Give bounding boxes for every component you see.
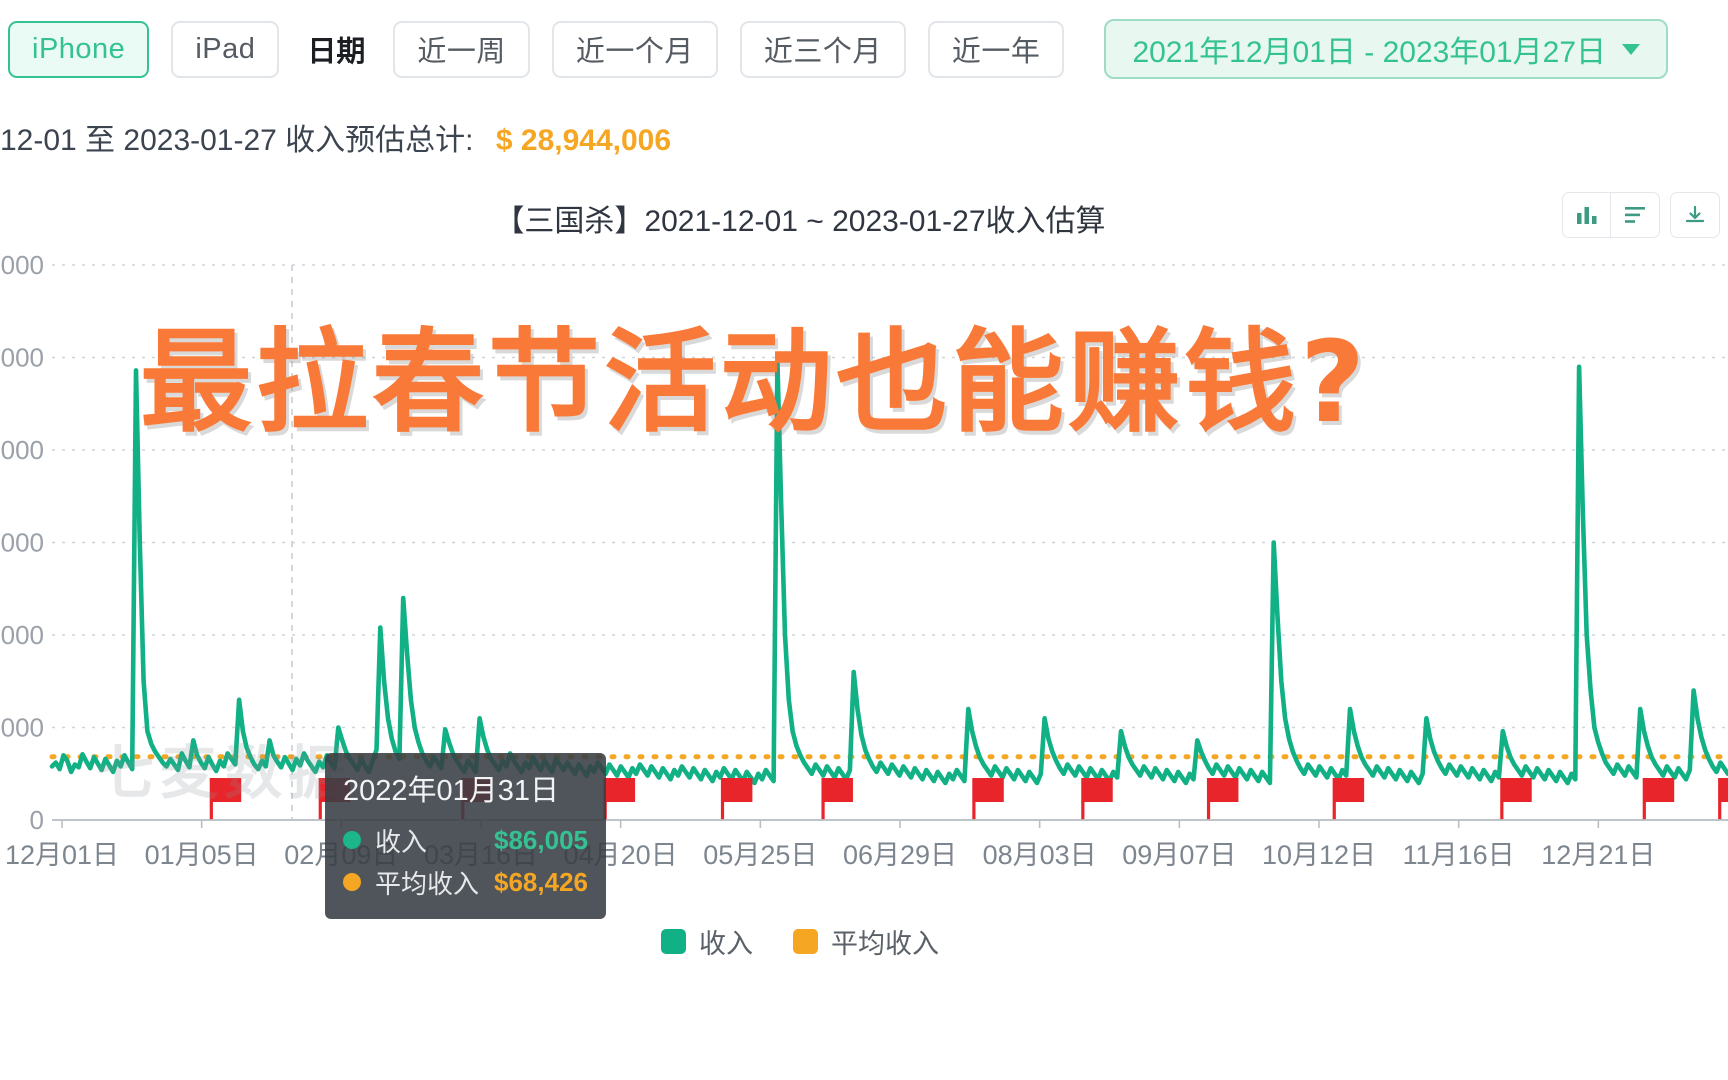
chart-toolbar (1562, 192, 1720, 238)
range-filter-year[interactable]: 近一年 (927, 20, 1065, 78)
tooltip-row-revenue: 收入 $86,005 (343, 819, 588, 861)
red-flag-marker[interactable] (1500, 778, 1532, 820)
range-filter-three-months[interactable]: 近三个月 (739, 20, 906, 78)
x-axis-tick: 09月07日 (1122, 840, 1237, 870)
platform-filter-ipad[interactable]: iPad (171, 20, 280, 78)
x-axis-tick: 08月03日 (982, 840, 1097, 870)
range-filter-month[interactable]: 近一个月 (551, 20, 718, 78)
list-view-icon[interactable] (1611, 193, 1659, 237)
red-flag-marker[interactable] (972, 778, 1004, 820)
tooltip-revenue-dot (343, 831, 361, 849)
x-axis-tick: 10月12日 (1261, 840, 1377, 870)
x-axis-tick: 11月16日 (1402, 840, 1515, 870)
x-axis-tick: 12月21日 (1541, 840, 1656, 870)
date-section-label: 日期 (307, 36, 366, 68)
platform-filter-iphone-label: iPhone (32, 32, 126, 65)
legend-revenue-label: 收入 (699, 929, 753, 959)
chart-extra-tools-group (1670, 192, 1720, 238)
chart-title: 【三国杀】2021-12-01 ~ 2023-01-27收入估算 (494, 205, 1106, 238)
chart-view-toggle-group (1562, 192, 1660, 238)
chart-legend: 收入 平均收入 (0, 922, 1600, 961)
legend-average-label: 平均收入 (831, 929, 939, 959)
red-flag-marker[interactable] (1206, 778, 1239, 820)
svg-text:00000: 00000 (0, 620, 44, 650)
red-flag-marker[interactable] (1718, 778, 1728, 820)
chart-tooltip: 2022年01月31日 收入 $86,005 平均收入 $68,426 (325, 753, 606, 919)
red-flag-marker[interactable] (821, 778, 853, 820)
legend-item-revenue[interactable]: 收入 (661, 922, 753, 961)
platform-filter-iphone[interactable]: iPhone (8, 20, 150, 78)
range-filter-three-months-label: 近三个月 (763, 36, 882, 68)
date-range-value: 2021年12月01日 - 2023年01月27日 (1132, 36, 1607, 69)
tooltip-revenue-label: 收入 (375, 826, 428, 857)
revenue-summary: -12-01 至 2023-01-27 收入预估总计: $ 28,944,006 (0, 115, 671, 159)
tooltip-date: 2022年01月31日 (343, 775, 560, 807)
red-flag-marker[interactable] (1081, 778, 1113, 820)
red-flag-marker[interactable] (1642, 778, 1675, 820)
legend-revenue-swatch (661, 929, 686, 954)
svg-text:0: 0 (30, 805, 44, 830)
legend-item-average[interactable]: 平均收入 (793, 922, 939, 961)
qimai-revenue-page: iPhone iPad 日期 近一周 近一个月 近三个月 近一年 2021年12… (0, 0, 1728, 1080)
red-flag-marker[interactable] (603, 778, 636, 820)
tooltip-revenue-value: $86,005 (494, 824, 588, 855)
tooltip-row-average: 平均收入 $68,426 (343, 861, 588, 903)
svg-text:00000: 00000 (0, 528, 44, 558)
svg-text:00000: 00000 (0, 255, 44, 280)
x-axis-tick: 12月01日 (4, 840, 120, 870)
bar-chart-icon[interactable] (1563, 193, 1611, 237)
range-filter-month-label: 近一个月 (575, 36, 694, 68)
red-flag-marker[interactable] (209, 778, 242, 820)
svg-text:00000: 00000 (0, 343, 44, 373)
download-icon[interactable] (1671, 193, 1719, 237)
red-flag-marker[interactable] (1332, 778, 1365, 820)
range-filter-week[interactable]: 近一周 (393, 20, 530, 78)
x-axis-labels: 12月01日01月05日02月09日03月16日04月20日05月25日06月2… (0, 833, 1728, 873)
x-axis-tick: 06月29日 (842, 840, 958, 870)
svg-text:00000: 00000 (0, 435, 44, 465)
tooltip-average-label: 平均收入 (375, 868, 480, 899)
legend-average-swatch (793, 929, 818, 954)
tooltip-average-value: $68,426 (494, 866, 588, 897)
date-range-picker[interactable]: 2021年12月01日 - 2023年01月27日 (1104, 19, 1669, 79)
x-axis-tick: 01月05日 (144, 840, 259, 870)
revenue-summary-amount: $ 28,944,006 (495, 124, 672, 157)
filter-toolbar: iPhone iPad 日期 近一周 近一个月 近三个月 近一年 2021年12… (0, 18, 1728, 80)
red-flag-marker[interactable] (720, 778, 753, 820)
revenue-summary-text: -12-01 至 2023-01-27 收入预估总计: (0, 124, 474, 157)
tooltip-average-dot (343, 873, 361, 891)
range-filter-year-label: 近一年 (951, 36, 1041, 68)
range-filter-week-label: 近一周 (417, 36, 506, 68)
chevron-down-icon (1622, 43, 1641, 55)
platform-filter-ipad-label: iPad (195, 32, 256, 65)
x-axis-tick: 05月25日 (703, 840, 818, 870)
svg-text:00000: 00000 (0, 713, 44, 743)
overlay-headline: 最拉春节活动也能赚钱? (140, 318, 1369, 448)
